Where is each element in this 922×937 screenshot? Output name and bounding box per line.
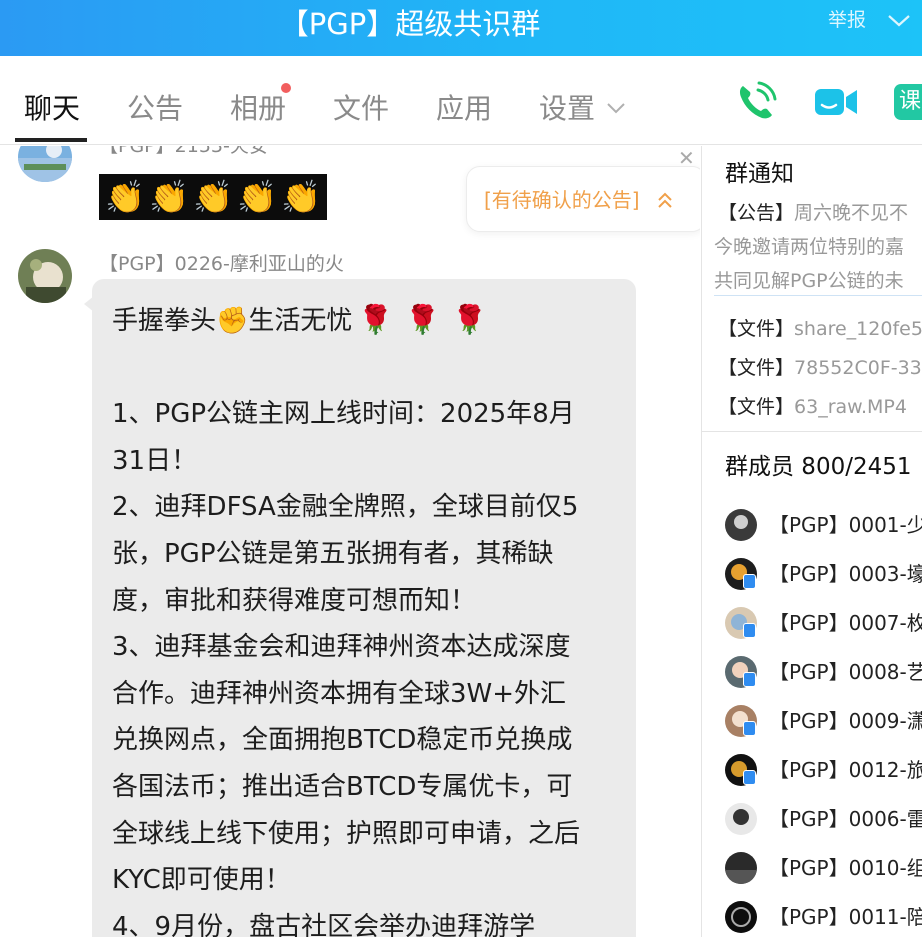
class-label: 课	[894, 84, 922, 120]
member-badge-icon	[743, 721, 756, 736]
sender-name: 【PGP】0226-摩利亚山的火	[99, 253, 344, 275]
chevron-down-icon[interactable]	[886, 10, 912, 32]
close-icon[interactable]: ✕	[678, 148, 695, 168]
message-line	[112, 345, 616, 392]
file-item[interactable]: 【文件】63_raw.MP4	[718, 394, 907, 420]
notice-section-title[interactable]: 群通知	[725, 159, 794, 189]
member-item[interactable]: 【PGP】0009-潇	[725, 705, 922, 739]
notice-tag: 【公告】	[718, 202, 795, 224]
clapping-emoji-message: 👏 👏 👏 👏 👏	[99, 174, 327, 220]
tab-album[interactable]: 相册	[230, 90, 286, 128]
message-line: 31日！	[112, 445, 198, 476]
file-item[interactable]: 【文件】78552C0F-33	[718, 355, 922, 381]
tab-bar: 聊天 公告 相册 文件 应用 设置 课	[0, 56, 922, 145]
chevron-down-icon[interactable]	[605, 100, 627, 114]
chat-panel[interactable]: 【PGP】2153-火安 👏 👏 👏 👏 👏 [有待确认的公告] ✕ 【PGP】…	[0, 146, 700, 937]
tab-announcements[interactable]: 公告	[127, 90, 183, 128]
member-item[interactable]: 【PGP】0006-雷	[725, 803, 922, 837]
member-item[interactable]: 【PGP】0007-枚	[725, 607, 922, 641]
message-line: KYC即可使用！	[112, 865, 291, 896]
member-badge-icon	[743, 672, 756, 687]
window-title: 【PGP】超级共识群	[279, 7, 541, 41]
title-bar: 【PGP】超级共识群 举报	[0, 0, 922, 56]
message-line: 4、9月份，盘古社区会举办迪拜游学	[112, 911, 536, 937]
member-name: 【PGP】0012-旅	[769, 758, 922, 782]
notice-underline	[714, 295, 922, 296]
file-item[interactable]: 【文件】share_120fe5	[718, 316, 922, 342]
notice-line[interactable]: 【公告】周六晚不见不	[718, 200, 908, 226]
member-item[interactable]: 【PGP】0001-少	[725, 509, 922, 543]
member-badge-icon	[743, 574, 756, 589]
message-line: 合作。迪拜神州资本拥有全球3W+外汇	[112, 678, 567, 709]
notice-line[interactable]: 今晚邀请两位特别的嘉	[714, 234, 904, 260]
clap-emoji: 👏	[105, 178, 145, 216]
tab-files[interactable]: 文件	[333, 90, 389, 128]
sender-name: 【PGP】2153-火安	[99, 146, 268, 157]
message-line: 兑换网点，全面拥抱BTCD稳定币兑换成	[112, 725, 573, 756]
voice-call-icon[interactable]	[734, 80, 778, 124]
member-name: 【PGP】0006-雷	[769, 807, 922, 831]
member-name: 【PGP】0007-枚	[769, 611, 922, 635]
message-line: 张，PGP公链是第五张拥有者，其稀缺	[112, 538, 554, 569]
message-line: 全球线上线下使用；护照即可申请，之后	[112, 818, 581, 849]
report-button[interactable]: 举报	[828, 8, 866, 32]
member-item[interactable]: 【PGP】0010-组	[725, 852, 922, 886]
message-line: 度，审批和获得难度可想而知！	[112, 585, 477, 616]
class-button[interactable]: 课	[894, 80, 922, 124]
member-item[interactable]: 【PGP】0003-壕	[725, 558, 922, 592]
member-item[interactable]: 【PGP】0012-旅	[725, 754, 922, 788]
avatar	[725, 509, 757, 541]
rose-emoji: 🌹	[358, 303, 394, 336]
member-item[interactable]: 【PGP】0008-艺	[725, 656, 922, 690]
member-name: 【PGP】0008-艺	[769, 660, 922, 684]
message-bubble[interactable]: 手握拳头✊生活无忧 🌹 🌹 🌹 1、PGP公链主网上线时间：2025年8月 31日！ …	[92, 279, 636, 937]
active-tab-indicator	[15, 138, 87, 142]
pending-notice-banner[interactable]: [有待确认的公告]	[466, 166, 700, 232]
member-name: 【PGP】0010-组	[769, 856, 922, 880]
message-line: 3、迪拜基金会和迪拜神州资本达成深度	[112, 632, 571, 663]
chevron-up-icon[interactable]	[657, 191, 673, 215]
notice-line[interactable]: 共同见解PGP公链的未	[714, 268, 904, 294]
avatar[interactable]	[18, 146, 72, 182]
members-section-title[interactable]: 群成员 800/2451	[725, 452, 912, 482]
member-name: 【PGP】0003-壕	[769, 562, 922, 586]
tab-apps[interactable]: 应用	[436, 90, 492, 128]
avatar	[725, 901, 757, 933]
divider	[702, 431, 922, 432]
member-name: 【PGP】0011-陪	[769, 905, 922, 929]
pending-notice-text: [有待确认的公告]	[484, 188, 640, 212]
message-line: 各国法币；推出适合BTCD专属优卡，可	[112, 771, 573, 802]
avatar	[725, 803, 757, 835]
message-line: 手握拳头✊生活无忧 🌹 🌹 🌹	[112, 303, 487, 336]
avatar[interactable]	[18, 249, 72, 303]
message-line: 1、PGP公链主网上线时间：2025年8月	[112, 399, 575, 430]
tab-settings[interactable]: 设置	[539, 90, 595, 128]
video-call-icon[interactable]	[813, 80, 859, 124]
avatar	[725, 852, 757, 884]
member-item[interactable]: 【PGP】0011-陪	[725, 901, 922, 935]
member-name: 【PGP】0009-潇	[769, 709, 922, 733]
unread-dot	[281, 83, 291, 93]
clap-emoji: 👏	[237, 178, 277, 216]
rose-emoji: 🌹	[405, 303, 441, 336]
clap-emoji: 👏	[281, 178, 321, 216]
rose-emoji: 🌹	[452, 303, 487, 336]
member-badge-icon	[743, 623, 756, 638]
member-badge-icon	[743, 770, 756, 785]
member-name: 【PGP】0001-少	[769, 513, 922, 537]
clap-emoji: 👏	[149, 178, 189, 216]
clap-emoji: 👏	[193, 178, 233, 216]
group-info-panel: 群通知 【公告】周六晚不见不 今晚邀请两位特别的嘉 共同见解PGP公链的未 【文…	[701, 146, 922, 937]
tab-chat[interactable]: 聊天	[24, 90, 80, 128]
message-line: 2、迪拜DFSA金融全牌照，全球目前仅5	[112, 492, 579, 523]
